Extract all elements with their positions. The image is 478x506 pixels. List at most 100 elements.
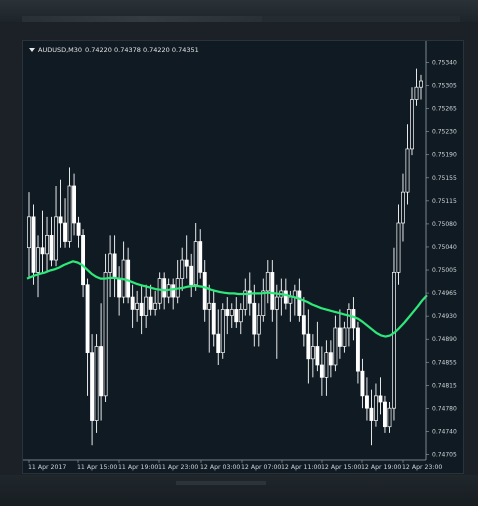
candle-body <box>346 309 351 329</box>
price-tick-label: 0.74740 <box>432 428 457 435</box>
candle <box>189 253 194 298</box>
bezel-highlight <box>176 481 266 485</box>
candle <box>175 260 180 304</box>
candle-body <box>351 309 356 329</box>
price-axis: 0.75340 0.75305 0.75265 0.75230 0.75190 0.751… <box>425 41 457 460</box>
candle-body <box>288 296 293 304</box>
candle <box>112 235 117 298</box>
candle-body <box>171 284 176 298</box>
candle <box>234 297 239 328</box>
candle <box>373 383 378 427</box>
candle <box>180 247 185 291</box>
monitor-bezel-top <box>0 0 478 22</box>
candle <box>184 235 189 279</box>
candle-body <box>401 191 405 224</box>
candle-body <box>184 259 189 267</box>
candle-body <box>319 364 324 378</box>
candle <box>279 278 284 316</box>
candle <box>414 68 419 106</box>
monitor-bezel-bottom <box>0 475 478 506</box>
candle <box>378 377 383 415</box>
candle-body <box>324 352 329 378</box>
candle <box>40 210 45 273</box>
candle <box>256 303 261 347</box>
candle-body <box>414 86 419 100</box>
candle <box>135 290 140 322</box>
price-tick-label: 0.75305 <box>432 83 457 90</box>
candle <box>261 278 266 322</box>
candle-body <box>72 185 77 224</box>
candle <box>360 358 365 409</box>
time-tick-label: 11 Apr 2017 <box>28 464 66 471</box>
candle <box>419 74 423 100</box>
candle <box>63 198 67 248</box>
candle <box>351 297 356 341</box>
candle <box>45 216 49 273</box>
time-tick-label: 11 Apr 19:00 <box>118 464 158 471</box>
candle-body <box>189 265 194 286</box>
candle-body <box>216 333 221 353</box>
candle-body <box>301 315 306 335</box>
candle-body <box>45 235 49 255</box>
price-tick-label: 0.74815 <box>432 382 457 389</box>
chevron-down-icon[interactable] <box>29 48 35 52</box>
chart-header: AUDUSD,M30 0.74220 0.74378 0.74220 0.743… <box>29 45 199 55</box>
candle-body <box>207 302 212 310</box>
candle <box>148 284 153 316</box>
candle <box>396 204 401 285</box>
candle <box>144 284 149 328</box>
candle <box>274 284 279 359</box>
candle <box>342 321 347 353</box>
price-tick-label: 0.74930 <box>432 313 457 320</box>
price-tick-label: 0.74780 <box>432 405 457 412</box>
candle-body <box>310 346 315 360</box>
time-tick-label: 11 Apr 23:00 <box>158 464 198 471</box>
candle <box>121 241 126 304</box>
ohlc-values: 0.74220 0.74378 0.74220 0.74351 <box>85 46 199 54</box>
candle-body <box>333 327 338 366</box>
chart-window[interactable]: 0.75340 0.75305 0.75265 0.75230 0.75190 0.751… <box>22 40 464 474</box>
candle <box>211 290 216 347</box>
candle <box>54 185 58 267</box>
candle <box>337 309 342 359</box>
candle <box>405 124 410 205</box>
price-tick-label: 0.74705 <box>432 452 457 459</box>
candle <box>315 321 320 372</box>
candle <box>49 216 54 267</box>
plot-area[interactable] <box>26 68 428 446</box>
candle-body <box>342 327 347 347</box>
candle-body <box>202 272 207 310</box>
candle <box>81 229 86 298</box>
candle-body <box>193 241 198 286</box>
candle <box>94 334 99 433</box>
candle-body <box>90 352 95 421</box>
candle <box>202 260 207 322</box>
candle-body <box>229 309 234 316</box>
candle <box>90 334 95 446</box>
candle-body <box>31 216 36 273</box>
candle <box>238 303 243 335</box>
candle <box>220 303 225 359</box>
candle-body <box>265 272 270 292</box>
candle <box>301 297 306 347</box>
candle <box>157 272 162 310</box>
candle-body <box>274 296 279 310</box>
bezel-highlight <box>22 16 262 22</box>
candle-body <box>211 302 216 335</box>
time-tick-label: 12 Apr 23:00 <box>402 464 442 471</box>
candle-body <box>81 235 86 286</box>
candle-body <box>405 148 410 193</box>
price-chart[interactable]: 0.75340 0.75305 0.75265 0.75230 0.75190 0.751… <box>23 41 463 473</box>
candle <box>103 253 108 403</box>
price-tick-label: 0.74965 <box>432 290 457 297</box>
candle-body <box>256 315 261 335</box>
price-tick-label: 0.75155 <box>432 175 457 182</box>
candle <box>130 284 135 328</box>
candle <box>72 173 77 236</box>
candle <box>108 235 113 298</box>
price-tick-label: 0.74890 <box>432 336 457 343</box>
price-tick-label: 0.75340 <box>432 60 457 67</box>
candle-body <box>419 80 423 88</box>
candle-body <box>63 222 67 242</box>
candle-body <box>355 327 360 372</box>
